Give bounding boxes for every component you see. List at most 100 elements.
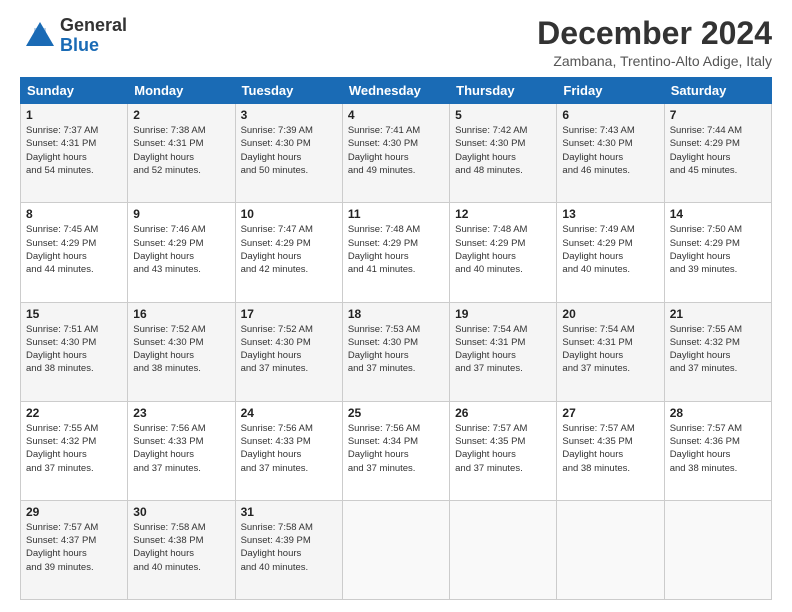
day-number: 31 bbox=[241, 505, 337, 519]
day-info: Sunrise: 7:55 AMSunset: 4:32 PMDaylight … bbox=[670, 324, 742, 375]
day-info: Sunrise: 7:57 AMSunset: 4:37 PMDaylight … bbox=[26, 522, 98, 573]
calendar-cell: 11 Sunrise: 7:48 AMSunset: 4:29 PMDayligh… bbox=[342, 203, 449, 302]
day-number: 10 bbox=[241, 207, 337, 221]
calendar-cell: 19 Sunrise: 7:54 AMSunset: 4:31 PMDayligh… bbox=[450, 302, 557, 401]
calendar-header-thursday: Thursday bbox=[450, 78, 557, 104]
subtitle: Zambana, Trentino-Alto Adige, Italy bbox=[537, 53, 772, 69]
calendar-cell: 2 Sunrise: 7:38 AMSunset: 4:31 PMDaylight… bbox=[128, 104, 235, 203]
logo: General Blue bbox=[20, 16, 127, 56]
calendar-cell: 6Sunrise: 7:43 AMSunset: 4:30 PMDaylight… bbox=[557, 104, 664, 203]
day-number: 16 bbox=[133, 307, 229, 321]
calendar-cell: 20Sunrise: 7:54 AMSunset: 4:31 PMDayligh… bbox=[557, 302, 664, 401]
header: General Blue December 2024 Zambana, Tren… bbox=[20, 16, 772, 69]
calendar-header-wednesday: Wednesday bbox=[342, 78, 449, 104]
day-info: Sunrise: 7:51 AMSunset: 4:30 PMDaylight … bbox=[26, 324, 98, 375]
day-info: Sunrise: 7:50 AMSunset: 4:29 PMDaylight … bbox=[670, 224, 742, 275]
day-number: 22 bbox=[26, 406, 122, 420]
calendar-header-tuesday: Tuesday bbox=[235, 78, 342, 104]
day-number: 9 bbox=[133, 207, 229, 221]
calendar-cell: 31 Sunrise: 7:58 AMSunset: 4:39 PMDayligh… bbox=[235, 500, 342, 599]
day-info: Sunrise: 7:57 AMSunset: 4:36 PMDaylight … bbox=[670, 423, 742, 474]
day-number: 14 bbox=[670, 207, 766, 221]
day-info: Sunrise: 7:43 AMSunset: 4:30 PMDaylight … bbox=[562, 125, 634, 176]
calendar-cell: 8 Sunrise: 7:45 AMSunset: 4:29 PMDaylight… bbox=[21, 203, 128, 302]
day-number: 7 bbox=[670, 108, 766, 122]
day-number: 29 bbox=[26, 505, 122, 519]
logo-general: General bbox=[60, 16, 127, 36]
day-number: 25 bbox=[348, 406, 444, 420]
calendar-cell bbox=[557, 500, 664, 599]
calendar-header-friday: Friday bbox=[557, 78, 664, 104]
day-info: Sunrise: 7:48 AMSunset: 4:29 PMDaylight … bbox=[348, 224, 420, 275]
day-info: Sunrise: 7:54 AMSunset: 4:31 PMDaylight … bbox=[455, 324, 527, 375]
day-number: 2 bbox=[133, 108, 229, 122]
title-block: December 2024 Zambana, Trentino-Alto Adi… bbox=[537, 16, 772, 69]
calendar-row: 22 Sunrise: 7:55 AMSunset: 4:32 PMDayligh… bbox=[21, 401, 772, 500]
calendar-header-sunday: Sunday bbox=[21, 78, 128, 104]
calendar-cell bbox=[342, 500, 449, 599]
day-number: 19 bbox=[455, 307, 551, 321]
day-info: Sunrise: 7:56 AMSunset: 4:33 PMDaylight … bbox=[133, 423, 205, 474]
day-info: Sunrise: 7:52 AMSunset: 4:30 PMDaylight … bbox=[241, 324, 313, 375]
calendar-header-saturday: Saturday bbox=[664, 78, 771, 104]
calendar-cell: 14 Sunrise: 7:50 AMSunset: 4:29 PMDayligh… bbox=[664, 203, 771, 302]
day-number: 5 bbox=[455, 108, 551, 122]
calendar-cell: 16 Sunrise: 7:52 AMSunset: 4:30 PMDayligh… bbox=[128, 302, 235, 401]
calendar-cell: 22 Sunrise: 7:55 AMSunset: 4:32 PMDayligh… bbox=[21, 401, 128, 500]
day-info: Sunrise: 7:57 AMSunset: 4:35 PMDaylight … bbox=[562, 423, 634, 474]
calendar-row: 1Sunrise: 7:37 AMSunset: 4:31 PMDaylight… bbox=[21, 104, 772, 203]
calendar-row: 15 Sunrise: 7:51 AMSunset: 4:30 PMDayligh… bbox=[21, 302, 772, 401]
day-number: 12 bbox=[455, 207, 551, 221]
calendar-cell: 9 Sunrise: 7:46 AMSunset: 4:29 PMDaylight… bbox=[128, 203, 235, 302]
day-info: Sunrise: 7:58 AMSunset: 4:38 PMDaylight … bbox=[133, 522, 205, 573]
day-info: Sunrise: 7:39 AMSunset: 4:30 PMDaylight … bbox=[241, 125, 313, 176]
calendar-cell: 21 Sunrise: 7:55 AMSunset: 4:32 PMDayligh… bbox=[664, 302, 771, 401]
day-info: Sunrise: 7:45 AMSunset: 4:29 PMDaylight … bbox=[26, 224, 98, 275]
day-number: 13 bbox=[562, 207, 658, 221]
calendar-header-monday: Monday bbox=[128, 78, 235, 104]
calendar-cell: 26 Sunrise: 7:57 AMSunset: 4:35 PMDayligh… bbox=[450, 401, 557, 500]
day-info: Sunrise: 7:42 AMSunset: 4:30 PMDaylight … bbox=[455, 125, 527, 176]
calendar-cell: 30 Sunrise: 7:58 AMSunset: 4:38 PMDayligh… bbox=[128, 500, 235, 599]
day-number: 3 bbox=[241, 108, 337, 122]
calendar-row: 29 Sunrise: 7:57 AMSunset: 4:37 PMDayligh… bbox=[21, 500, 772, 599]
logo-text: General Blue bbox=[60, 16, 127, 56]
day-info: Sunrise: 7:38 AMSunset: 4:31 PMDaylight … bbox=[133, 125, 205, 176]
calendar-header-row: SundayMondayTuesdayWednesdayThursdayFrid… bbox=[21, 78, 772, 104]
calendar-cell: 1Sunrise: 7:37 AMSunset: 4:31 PMDaylight… bbox=[21, 104, 128, 203]
day-info: Sunrise: 7:44 AMSunset: 4:29 PMDaylight … bbox=[670, 125, 742, 176]
day-info: Sunrise: 7:55 AMSunset: 4:32 PMDaylight … bbox=[26, 423, 98, 474]
calendar-cell: 13Sunrise: 7:49 AMSunset: 4:29 PMDayligh… bbox=[557, 203, 664, 302]
day-info: Sunrise: 7:58 AMSunset: 4:39 PMDaylight … bbox=[241, 522, 313, 573]
calendar-cell: 12Sunrise: 7:48 AMSunset: 4:29 PMDayligh… bbox=[450, 203, 557, 302]
day-info: Sunrise: 7:46 AMSunset: 4:29 PMDaylight … bbox=[133, 224, 205, 275]
calendar-cell: 10Sunrise: 7:47 AMSunset: 4:29 PMDayligh… bbox=[235, 203, 342, 302]
day-number: 18 bbox=[348, 307, 444, 321]
day-number: 4 bbox=[348, 108, 444, 122]
day-info: Sunrise: 7:41 AMSunset: 4:30 PMDaylight … bbox=[348, 125, 420, 176]
main-title: December 2024 bbox=[537, 16, 772, 51]
calendar-table: SundayMondayTuesdayWednesdayThursdayFrid… bbox=[20, 77, 772, 600]
calendar-cell: 5 Sunrise: 7:42 AMSunset: 4:30 PMDaylight… bbox=[450, 104, 557, 203]
calendar-cell: 15 Sunrise: 7:51 AMSunset: 4:30 PMDayligh… bbox=[21, 302, 128, 401]
day-number: 15 bbox=[26, 307, 122, 321]
calendar-cell: 3 Sunrise: 7:39 AMSunset: 4:30 PMDaylight… bbox=[235, 104, 342, 203]
day-number: 30 bbox=[133, 505, 229, 519]
day-info: Sunrise: 7:52 AMSunset: 4:30 PMDaylight … bbox=[133, 324, 205, 375]
calendar-cell: 18Sunrise: 7:53 AMSunset: 4:30 PMDayligh… bbox=[342, 302, 449, 401]
day-number: 17 bbox=[241, 307, 337, 321]
day-number: 8 bbox=[26, 207, 122, 221]
calendar-cell: 29 Sunrise: 7:57 AMSunset: 4:37 PMDayligh… bbox=[21, 500, 128, 599]
calendar-cell: 17 Sunrise: 7:52 AMSunset: 4:30 PMDayligh… bbox=[235, 302, 342, 401]
day-number: 11 bbox=[348, 207, 444, 221]
page: General Blue December 2024 Zambana, Tren… bbox=[0, 0, 792, 612]
day-number: 21 bbox=[670, 307, 766, 321]
calendar-cell: 27Sunrise: 7:57 AMSunset: 4:35 PMDayligh… bbox=[557, 401, 664, 500]
day-number: 28 bbox=[670, 406, 766, 420]
day-number: 26 bbox=[455, 406, 551, 420]
day-info: Sunrise: 7:57 AMSunset: 4:35 PMDaylight … bbox=[455, 423, 527, 474]
calendar-cell: 4 Sunrise: 7:41 AMSunset: 4:30 PMDaylight… bbox=[342, 104, 449, 203]
day-info: Sunrise: 7:37 AMSunset: 4:31 PMDaylight … bbox=[26, 125, 98, 176]
logo-blue: Blue bbox=[60, 36, 127, 56]
day-number: 23 bbox=[133, 406, 229, 420]
